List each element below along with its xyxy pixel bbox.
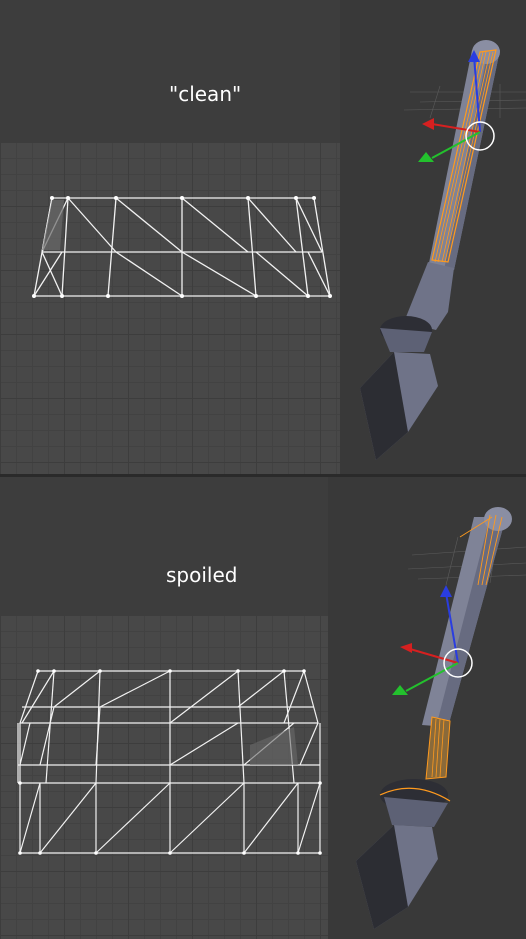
- bottom-3d-viewport[interactable]: [328, 477, 526, 939]
- bottom-caption: spoiled: [166, 563, 238, 587]
- bottom-3d-scene: [356, 507, 526, 929]
- bottom-uv-wireframe: [17, 669, 322, 855]
- top-caption: "clean": [169, 82, 242, 106]
- top-uv-wireframe: [32, 196, 332, 298]
- top-caption-band: [0, 0, 340, 142]
- bottom-comparison-panel: spoiled: [0, 477, 526, 939]
- top-3d-scene: [360, 40, 526, 460]
- bottom-caption-band: [0, 477, 328, 615]
- top-comparison-panel: "clean": [0, 0, 526, 476]
- top-uv-editor[interactable]: [0, 142, 340, 474]
- top-3d-viewport[interactable]: [340, 0, 526, 476]
- bottom-uv-editor[interactable]: [0, 615, 328, 939]
